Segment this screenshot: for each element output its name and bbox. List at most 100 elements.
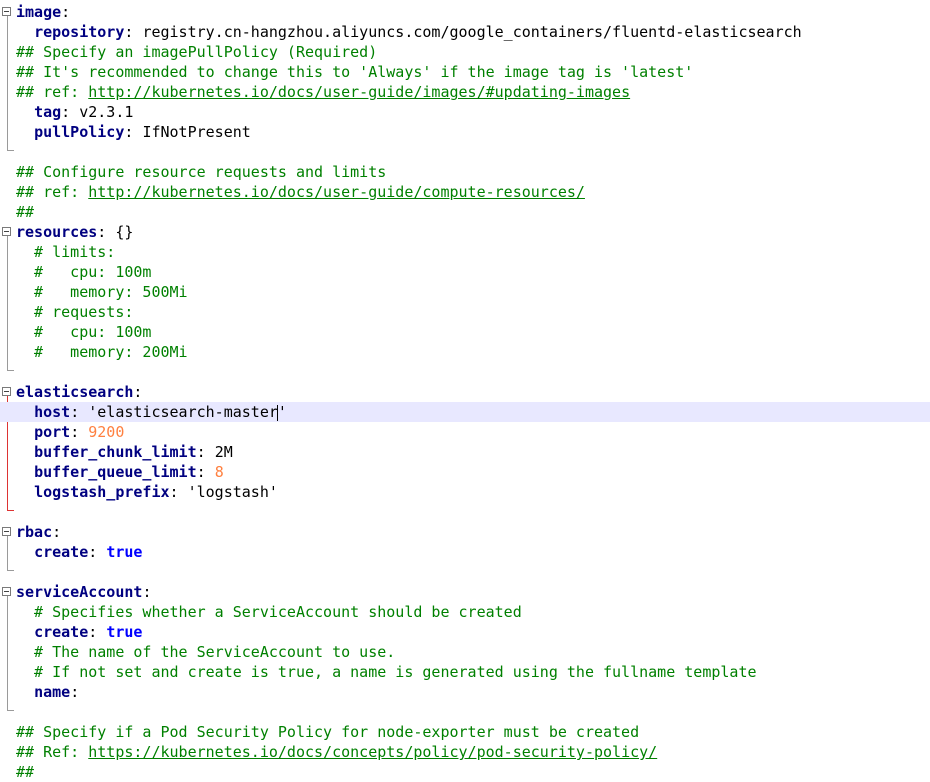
fold-gutter bbox=[0, 122, 14, 142]
fold-collapse-icon[interactable] bbox=[2, 7, 11, 16]
yaml-colon: : bbox=[61, 103, 71, 121]
yaml-colon: : bbox=[142, 583, 152, 601]
code-line[interactable]: pullPolicy: IfNotPresent bbox=[0, 122, 930, 142]
code-line[interactable]: # The name of the ServiceAccount to use. bbox=[0, 642, 930, 662]
fold-gutter bbox=[0, 62, 14, 82]
code-line[interactable]: ## ref: http://kubernetes.io/docs/user-g… bbox=[0, 82, 930, 102]
code-editor[interactable]: image: repository: registry.cn-hangzhou.… bbox=[0, 0, 930, 781]
fold-gutter bbox=[0, 302, 14, 322]
fold-collapse-icon[interactable] bbox=[2, 387, 11, 396]
code-line[interactable]: ## Specify an imagePullPolicy (Required) bbox=[0, 42, 930, 62]
code-line[interactable]: ## bbox=[0, 202, 930, 222]
fold-gutter bbox=[0, 442, 14, 462]
code-text: create: true bbox=[16, 542, 142, 562]
fold-collapse-icon[interactable] bbox=[2, 527, 11, 536]
code-line[interactable]: buffer_queue_limit: 8 bbox=[0, 462, 930, 482]
code-line[interactable]: # memory: 500Mi bbox=[0, 282, 930, 302]
comment-text: ## bbox=[16, 203, 35, 221]
code-line[interactable]: # limits: bbox=[0, 242, 930, 262]
code-line[interactable]: ## ref: http://kubernetes.io/docs/user-g… bbox=[0, 182, 930, 202]
fold-gutter bbox=[0, 242, 14, 262]
code-line[interactable]: image: bbox=[0, 2, 930, 22]
code-text: port: 9200 bbox=[16, 422, 124, 442]
fold-gutter bbox=[0, 662, 14, 682]
yaml-key: buffer_chunk_limit bbox=[34, 443, 197, 461]
code-line[interactable]: ## Configure resource requests and limit… bbox=[0, 162, 930, 182]
yaml-key: create bbox=[34, 623, 89, 641]
code-line[interactable]: buffer_chunk_limit: 2M bbox=[0, 442, 930, 462]
comment-prefix: ## ref: bbox=[16, 183, 89, 201]
fold-gutter bbox=[0, 102, 14, 122]
code-line[interactable]: create: true bbox=[0, 622, 930, 642]
fold-gutter bbox=[0, 382, 14, 402]
fold-gutter bbox=[0, 582, 14, 602]
yaml-number: 8 bbox=[214, 463, 224, 481]
code-line[interactable]: logstash_prefix: 'logstash' bbox=[0, 482, 930, 502]
code-line[interactable] bbox=[0, 562, 930, 582]
fold-gutter bbox=[0, 422, 14, 442]
yaml-key: pullPolicy bbox=[34, 123, 125, 141]
code-text: ## ref: http://kubernetes.io/docs/user-g… bbox=[16, 182, 585, 202]
yaml-value: 'elasticsearch-master bbox=[88, 403, 278, 421]
yaml-colon: : bbox=[97, 223, 107, 241]
code-line[interactable]: rbac: bbox=[0, 522, 930, 542]
code-line[interactable]: # cpu: 100m bbox=[0, 322, 930, 342]
code-line[interactable]: serviceAccount: bbox=[0, 582, 930, 602]
fold-gutter bbox=[0, 702, 14, 722]
code-line[interactable]: ## Specify if a Pod Security Policy for … bbox=[0, 722, 930, 742]
code-text: ## Specify an imagePullPolicy (Required) bbox=[16, 42, 377, 62]
fold-gutter bbox=[0, 182, 14, 202]
yaml-key: port bbox=[34, 423, 71, 441]
code-line[interactable]: # requests: bbox=[0, 302, 930, 322]
code-line[interactable] bbox=[0, 142, 930, 162]
yaml-colon: : bbox=[133, 383, 143, 401]
code-line[interactable]: elasticsearch: bbox=[0, 382, 930, 402]
code-line[interactable]: # If not set and create is true, a name … bbox=[0, 662, 930, 682]
fold-gutter bbox=[0, 562, 14, 582]
fold-gutter bbox=[0, 42, 14, 62]
yaml-colon: : bbox=[124, 123, 134, 141]
code-line[interactable]: ## It's recommended to change this to 'A… bbox=[0, 62, 930, 82]
code-line[interactable]: tag: v2.3.1 bbox=[0, 102, 930, 122]
code-line[interactable] bbox=[0, 362, 930, 382]
code-line[interactable]: ## bbox=[0, 762, 930, 782]
code-line[interactable]: # cpu: 100m bbox=[0, 262, 930, 282]
code-line[interactable]: create: true bbox=[0, 542, 930, 562]
fold-collapse-icon[interactable] bbox=[2, 587, 11, 596]
fold-gutter bbox=[0, 762, 14, 782]
code-text: ## Ref: https://kubernetes.io/docs/conce… bbox=[16, 742, 657, 762]
doc-link[interactable]: https://kubernetes.io/docs/concepts/poli… bbox=[88, 743, 657, 761]
code-line[interactable]: port: 9200 bbox=[0, 422, 930, 442]
yaml-value: registry.cn-hangzhou.aliyuncs.com/google… bbox=[142, 23, 802, 41]
fold-gutter bbox=[0, 502, 14, 522]
fold-gutter bbox=[0, 262, 14, 282]
comment-text: # Specifies whether a ServiceAccount sho… bbox=[16, 603, 522, 621]
code-line[interactable] bbox=[0, 502, 930, 522]
fold-collapse-icon[interactable] bbox=[2, 227, 11, 236]
code-line[interactable]: name: bbox=[0, 682, 930, 702]
comment-text: ## bbox=[16, 763, 35, 781]
code-line[interactable]: host: 'elasticsearch-master' bbox=[0, 402, 930, 422]
code-text: resources: {} bbox=[16, 222, 133, 242]
fold-gutter bbox=[0, 542, 14, 562]
code-text: serviceAccount: bbox=[16, 582, 151, 602]
yaml-value: 'logstash' bbox=[187, 483, 278, 501]
doc-link[interactable]: http://kubernetes.io/docs/user-guide/com… bbox=[88, 183, 585, 201]
code-line[interactable]: # Specifies whether a ServiceAccount sho… bbox=[0, 602, 930, 622]
yaml-key: tag bbox=[34, 103, 62, 121]
fold-gutter bbox=[0, 82, 14, 102]
code-line[interactable]: ## Ref: https://kubernetes.io/docs/conce… bbox=[0, 742, 930, 762]
code-line[interactable]: repository: registry.cn-hangzhou.aliyunc… bbox=[0, 22, 930, 42]
fold-gutter bbox=[0, 2, 14, 22]
yaml-colon: : bbox=[88, 623, 98, 641]
code-line[interactable]: resources: {} bbox=[0, 222, 930, 242]
code-text: # cpu: 100m bbox=[16, 262, 151, 282]
yaml-colon: : bbox=[61, 3, 71, 21]
code-text: ## bbox=[16, 762, 34, 782]
code-text: # memory: 200Mi bbox=[16, 342, 188, 362]
code-text: buffer_queue_limit: 8 bbox=[16, 462, 224, 482]
doc-link[interactable]: http://kubernetes.io/docs/user-guide/ima… bbox=[88, 83, 630, 101]
code-line[interactable] bbox=[0, 702, 930, 722]
code-line[interactable]: # memory: 200Mi bbox=[0, 342, 930, 362]
fold-gutter bbox=[0, 742, 14, 762]
